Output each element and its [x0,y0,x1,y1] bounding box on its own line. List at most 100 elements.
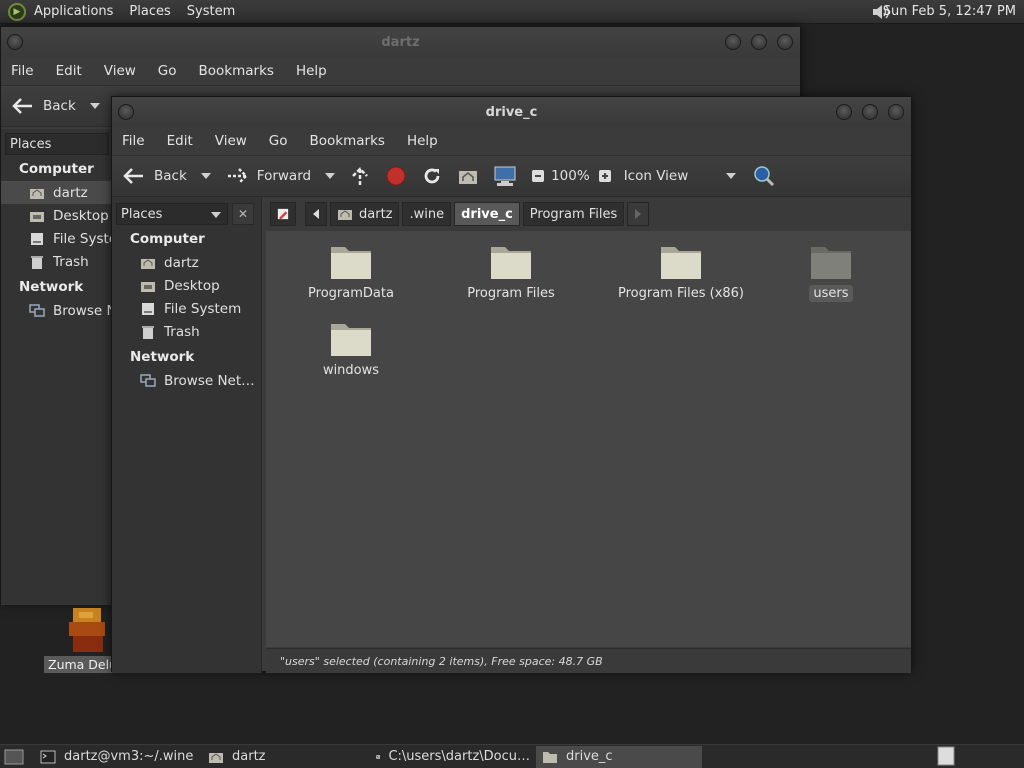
titlebar[interactable]: dartz [1,27,800,57]
sidebar-item-trash[interactable]: Trash [1,250,113,273]
chevron-down-icon [726,173,737,179]
back-arrow-icon [123,168,143,184]
view-mode-label: Icon View [623,168,689,184]
menu-bookmarks[interactable]: Bookmarks [199,63,274,79]
window-title: drive_c [485,104,538,120]
home-folder-icon [338,210,352,220]
trash-icon [142,325,154,339]
sidebar-item-trash[interactable]: Trash [112,320,261,343]
menu-bookmarks[interactable]: Bookmarks [310,133,385,149]
close-sidebar-button[interactable]: ✕ [232,203,254,225]
back-button[interactable]: Back [122,166,211,186]
folder-icon [543,751,557,763]
breadcrumb-drive-c[interactable]: drive_c [454,202,520,226]
clock[interactable]: Sun Feb 5, 12:47 PM [883,4,1016,19]
sidebar-item-file-system[interactable]: File System [1,227,113,250]
zoom-in-icon[interactable] [598,169,612,183]
menu-go[interactable]: Go [158,63,177,79]
view-mode-dropdown[interactable]: Icon View [624,168,737,184]
zoom-level[interactable]: 100% [551,168,590,184]
forward-history-dropdown-icon[interactable] [325,173,336,179]
back-label: Back [154,168,187,184]
breadcrumb-program-files[interactable]: Program Files [522,202,625,226]
window-menu-icon[interactable] [7,34,23,50]
minimize-button[interactable] [725,34,741,50]
maximize-button[interactable] [862,104,878,120]
file-view[interactable]: ProgramData Program Files Program Files … [266,231,911,647]
sidebar-item-browse-network[interactable]: Browse Network [1,299,113,322]
sidebar-item-dartz[interactable]: dartz [112,251,261,274]
menu-view[interactable]: View [215,133,247,149]
system-menu[interactable]: System [187,4,235,19]
reload-icon[interactable] [421,165,443,187]
breadcrumb: dartz .wine drive_c Program Files [266,197,911,231]
window-title: dartz [381,34,420,50]
home-icon[interactable] [457,165,479,187]
desktop-folder-icon [30,211,44,222]
home-folder-icon [209,752,223,763]
menu-view[interactable]: View [104,63,136,79]
close-button[interactable] [888,104,904,120]
computer-icon[interactable] [493,165,517,187]
folder-users[interactable]: users [766,243,896,302]
places-menu[interactable]: Places [129,4,170,19]
back-history-dropdown-icon[interactable] [200,173,211,179]
titlebar[interactable]: drive_c [112,97,911,127]
network-icon [29,303,45,317]
forward-arrow-icon [227,168,248,184]
back-arrow-icon [12,98,32,114]
network-heading: Network [19,279,84,295]
home-folder-icon [30,188,44,199]
folder-icon [491,247,531,279]
sidebar-item-file-system[interactable]: File System [112,297,261,320]
desktop-folder-icon [141,281,155,292]
breadcrumb-dartz[interactable]: dartz [330,202,400,226]
show-desktop-icon[interactable] [4,748,24,766]
close-button[interactable] [777,34,793,50]
terminal-icon [40,750,56,763]
places-label: Places [121,206,163,222]
menu-go[interactable]: Go [269,133,288,149]
folder-programdata[interactable]: ProgramData [286,243,416,302]
breadcrumb-wine[interactable]: .wine [402,202,452,226]
stop-icon[interactable] [385,165,407,187]
task-7zip[interactable]: 7z C:\users\dartz\Docu… [370,746,536,768]
breadcrumb-left-arrow[interactable] [305,202,327,226]
sidebar-item-dartz[interactable]: dartz [1,181,113,204]
back-history-dropdown-icon[interactable] [89,103,100,109]
workspace-switcher-icon[interactable] [936,746,956,766]
back-label: Back [43,98,76,114]
menu-edit[interactable]: Edit [167,133,193,149]
menu-file[interactable]: File [11,63,34,79]
menu-file[interactable]: File [122,133,145,149]
menu-help[interactable]: Help [296,63,327,79]
folder-windows[interactable]: windows [286,320,416,379]
sidebar-item-browse-network[interactable]: Browse Net… [112,369,261,392]
up-arrow-icon[interactable] [349,165,371,187]
maximize-button[interactable] [751,34,767,50]
sidebar-item-desktop[interactable]: Desktop [112,274,261,297]
forward-button[interactable]: Forward [225,166,336,186]
task-dartz[interactable]: dartz [202,746,370,768]
folder-program-files-x86[interactable]: Program Files (x86) [606,243,756,302]
back-button[interactable]: Back [11,96,100,116]
distro-logo-icon[interactable]: ▶ [8,2,26,21]
places-dropdown[interactable]: Places [116,203,228,225]
search-icon[interactable] [752,164,776,188]
menu-edit[interactable]: Edit [56,63,82,79]
breadcrumb-right-arrow[interactable] [627,202,650,226]
task-drive-c[interactable]: drive_c [536,745,702,768]
folder-program-files[interactable]: Program Files [446,243,576,302]
places-dropdown[interactable]: Places [5,133,109,155]
minimize-button[interactable] [836,104,852,120]
location-edit-button[interactable] [270,202,296,226]
applications-menu[interactable]: Applications [34,4,113,19]
trash-icon [31,255,43,269]
places-label: Places [10,136,52,152]
menu-help[interactable]: Help [407,133,438,149]
task-terminal[interactable]: dartz@vm3:~/.wine [34,746,202,768]
zoom-out-icon[interactable] [531,169,545,183]
drive-icon [31,232,43,245]
window-menu-icon[interactable] [118,104,134,120]
sidebar-item-desktop[interactable]: Desktop [1,204,113,227]
